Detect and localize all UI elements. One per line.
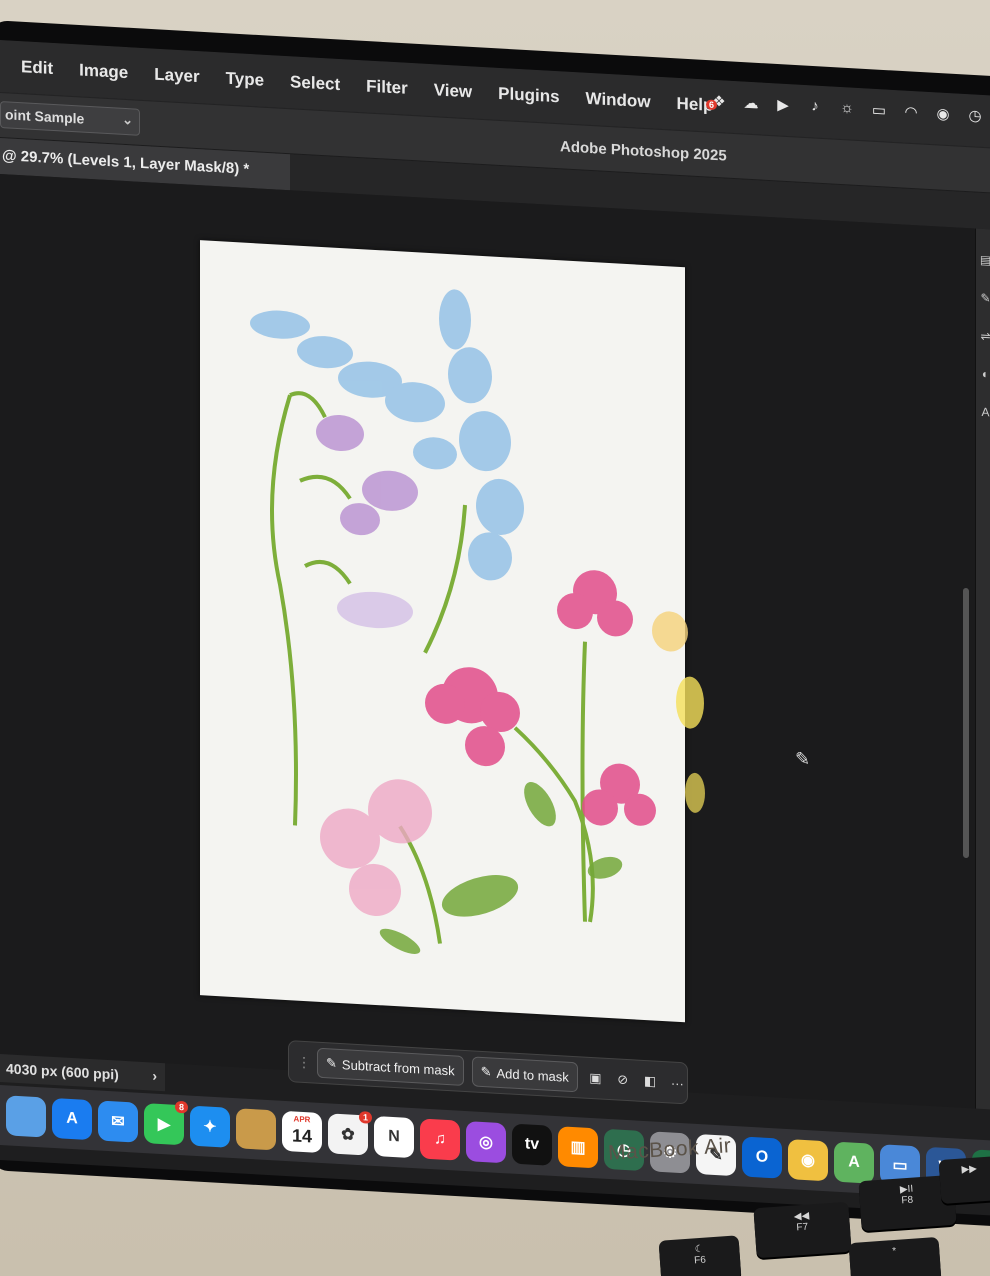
drag-handle-icon[interactable]: ⋮: [297, 1053, 311, 1071]
play-icon[interactable]: ▶: [774, 95, 792, 114]
app-title: Adobe Photoshop 2025: [560, 138, 727, 165]
subtract-from-mask-button[interactable]: ✎ Subtract from mask: [317, 1047, 464, 1086]
dock-app-calendar[interactable]: APR 14: [282, 1110, 322, 1154]
add-to-mask-button[interactable]: ✎ Add to mask: [471, 1056, 578, 1093]
menu-window[interactable]: Window: [573, 88, 664, 113]
canvas-area[interactable]: ✎ ⋮ ✎ Subtract from mask ✎ Add to mask ▣…: [0, 174, 975, 1109]
chevron-right-icon[interactable]: ›: [152, 1068, 157, 1084]
screen: Edit Image Layer Type Select Filter View…: [0, 40, 990, 1216]
key-f6[interactable]: ☾ F6: [658, 1235, 742, 1276]
dock-app-mail[interactable]: ✉: [98, 1100, 138, 1143]
volume-icon[interactable]: ♪: [806, 97, 824, 116]
key-f9[interactable]: ▶▶: [938, 1155, 990, 1205]
dock-app-tv[interactable]: tv: [512, 1123, 552, 1166]
dropbox-icon[interactable]: ❖ 6: [706, 92, 728, 111]
disable-mask-icon[interactable]: ⊘: [613, 1071, 632, 1088]
chevron-down-icon: ⌄: [122, 111, 133, 128]
add-to-mask-label: Add to mask: [496, 1065, 569, 1085]
sample-select[interactable]: oint Sample ⌄: [0, 101, 140, 136]
menu-image[interactable]: Image: [66, 60, 141, 84]
dock-app-safari[interactable]: ✦: [190, 1105, 230, 1148]
panel-icon[interactable]: ▤: [976, 253, 990, 268]
dock-app-podcasts[interactable]: ◎: [466, 1121, 506, 1164]
blue-flower-cluster: [250, 289, 524, 581]
brush-panel-icon[interactable]: ✎: [976, 291, 990, 306]
creative-cloud-icon[interactable]: ☁: [742, 93, 760, 113]
books-icon: ▥: [570, 1138, 586, 1157]
music-icon: ♫: [434, 1130, 446, 1148]
type-panel-icon[interactable]: A: [976, 405, 990, 420]
purple-bell-flowers: [316, 414, 418, 629]
app-store-icon: A: [66, 1109, 78, 1128]
more-options-button[interactable]: ···: [668, 1075, 687, 1091]
tv-icon: tv: [524, 1135, 540, 1154]
document-size: 4030 px (600 ppi): [6, 1060, 119, 1083]
user-icon[interactable]: ◉: [934, 104, 952, 123]
brush-minus-icon: ✎: [326, 1055, 337, 1071]
dropbox-badge: 6: [706, 99, 718, 111]
menu-layer[interactable]: Layer: [141, 64, 212, 88]
history-panel-icon[interactable]: ◐: [976, 367, 990, 382]
watercolor-painting: [250, 289, 656, 954]
artboard-watercolor[interactable]: [200, 240, 685, 1023]
mask-options-icon[interactable]: ▣: [586, 1070, 605, 1087]
dock-app-photo-booth[interactable]: [236, 1108, 276, 1151]
laptop: Edit Image Layer Type Select Filter View…: [0, 0, 990, 1276]
photos-icon: ✿: [341, 1126, 355, 1144]
photos-badge: 1: [358, 1111, 372, 1124]
subtract-from-mask-label: Subtract from mask: [341, 1056, 455, 1078]
mask-view-icon[interactable]: ◧: [640, 1073, 659, 1090]
brush-plus-icon: ✎: [480, 1063, 492, 1080]
facetime-icon: ▶: [157, 1115, 171, 1134]
contextual-taskbar: ⋮ ✎ Subtract from mask ✎ Add to mask ▣ ⊘…: [288, 1040, 688, 1105]
safari-icon: ✦: [203, 1118, 217, 1137]
news-icon: N: [388, 1127, 400, 1146]
dock-app-news[interactable]: N: [374, 1115, 414, 1159]
key-f7[interactable]: ◀◀ F7: [753, 1201, 852, 1259]
calendar-day: 14: [291, 1124, 313, 1146]
yellow-watercolor-edge: [652, 611, 705, 813]
keyboard: ☾ F6 ◀◀ F7 ▶II F8 ▶▶ *: [560, 1155, 990, 1276]
dock-app-photos[interactable]: ✿ 1: [328, 1111, 372, 1156]
dock-app-music[interactable]: ♫: [420, 1118, 460, 1161]
eyedropper-cursor-icon: ✎: [795, 748, 811, 770]
wifi-icon[interactable]: ◠: [902, 102, 920, 122]
menu-filter[interactable]: Filter: [353, 76, 421, 100]
key-star[interactable]: *: [848, 1236, 942, 1276]
brightness-icon[interactable]: ☼: [838, 99, 856, 118]
menu-view[interactable]: View: [421, 80, 485, 104]
dock-app-finder[interactable]: [6, 1095, 46, 1138]
menu-select[interactable]: Select: [277, 71, 353, 95]
canvas-scrollbar[interactable]: [963, 587, 969, 859]
mail-icon: ✉: [111, 1113, 125, 1131]
menu-edit[interactable]: Edit: [8, 56, 66, 79]
adjust-panel-icon[interactable]: ⇌: [976, 329, 990, 344]
clock-icon[interactable]: ◷: [966, 106, 984, 125]
calendar-month: APR: [293, 1114, 311, 1125]
facetime-badge: 8: [174, 1100, 188, 1114]
dock-app-facetime[interactable]: ▶ 8: [144, 1100, 188, 1146]
right-panel-toolbar: ▤ ✎ ⇌ ◐ A: [975, 228, 990, 1110]
menu-type[interactable]: Type: [213, 68, 277, 92]
battery-icon[interactable]: ▭: [870, 101, 888, 120]
podcasts-icon: ◎: [479, 1133, 493, 1152]
light-pink-flowers: [320, 779, 432, 917]
green-stems: [270, 391, 595, 944]
menu-status-icons: ❖ 6 ☁ ▶ ♪ ☼ ▭ ◠ ◉ ◷: [706, 92, 984, 125]
sample-select-value: oint Sample: [5, 106, 85, 127]
dock-app-app-store[interactable]: A: [52, 1097, 92, 1141]
menu-plugins[interactable]: Plugins: [485, 83, 572, 108]
